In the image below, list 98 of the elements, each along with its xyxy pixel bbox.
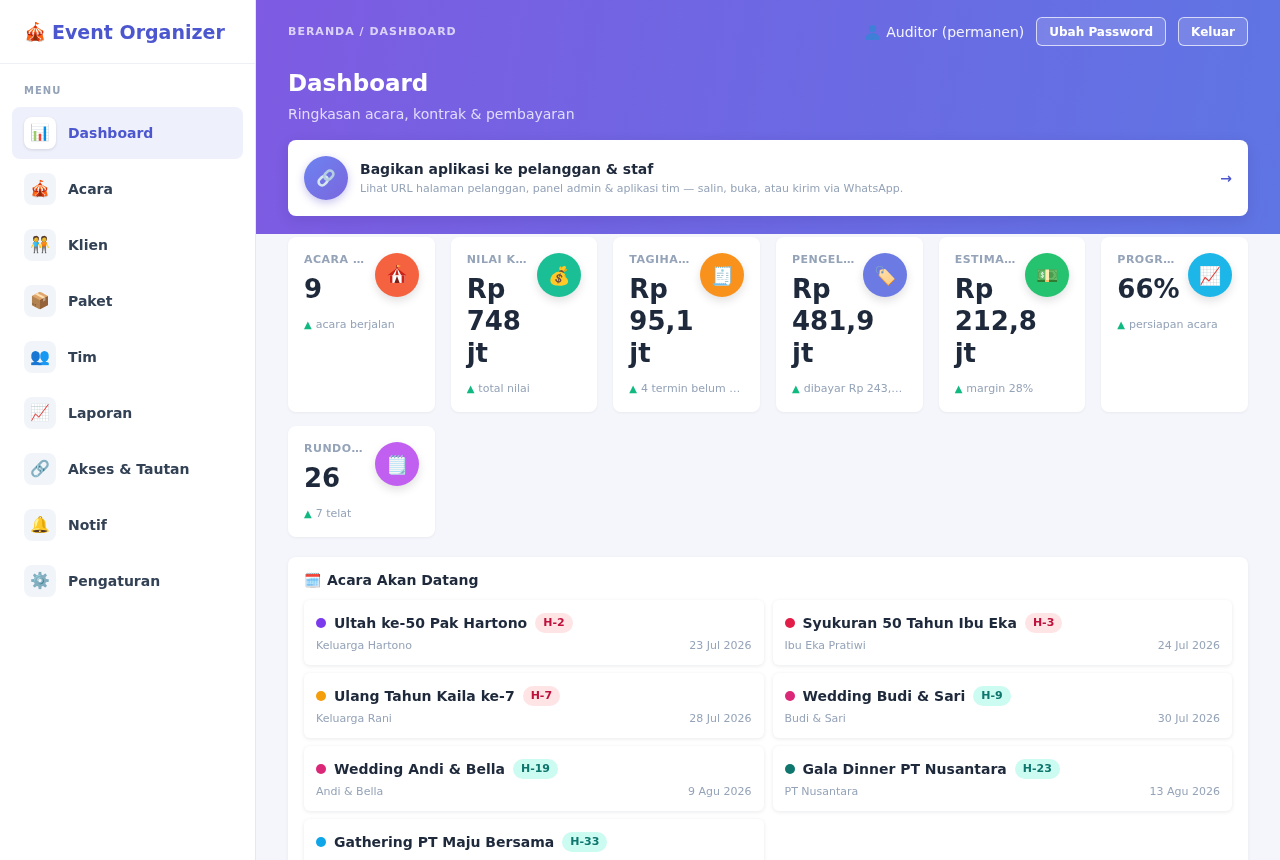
link-icon [304,156,348,200]
stat-label: PROGR… [1117,253,1175,266]
event-title: Ulang Tahun Kaila ke-7 [334,687,515,705]
stat-value: 9 [304,273,323,305]
event-date: 23 Jul 2026 [689,639,752,653]
panel-title: Acara Akan Datang [327,572,479,589]
stat-note: persiapan acara [1129,318,1218,332]
event-card[interactable]: Gathering PT Maju Bersama H-33 [304,819,764,860]
stat-note: 7 telat [315,507,352,521]
up-triangle-icon: ▲ [1117,318,1126,332]
up-triangle-icon: ▲ [792,382,800,396]
countdown-badge: H-19 [512,759,559,779]
event-title: Wedding Andi & Bella [334,760,505,778]
countdown-badge: H-3 [1024,613,1063,633]
event-card[interactable]: Syukuran 50 Tahun Ibu Eka H-3 Ibu Eka Pratiwi 24 Jul 2026 [772,600,1232,665]
share-banner[interactable]: Bagikan aplikasi ke pelanggan & staf Lihat URL halaman pelanggan, panel admin & aplikasi tim — salin, buka, atau kirim via WhatsApp. → [288,140,1248,216]
event-title: Gathering PT Maju Bersama [334,833,555,851]
sidebar-item[interactable]: 🎪 Acara [12,163,243,215]
banner-title: Bagikan aplikasi ke pelanggan & staf [360,160,654,179]
event-client: Keluarga Rani [316,712,392,726]
stat-note: total nilai [478,382,530,396]
event-date: 30 Jul 2026 [1157,712,1220,726]
sidebar-item[interactable]: 🔗 Akses & Tautan [12,443,243,495]
event-date: 28 Jul 2026 [689,712,752,726]
user-name: Auditor (permanen) [886,22,1025,41]
stat-value: Rp 748 jt [466,273,521,369]
sidebar-item[interactable]: 👥 Tim [12,331,243,383]
event-date: 24 Jul 2026 [1157,639,1220,653]
stat-value: 66% [1117,273,1180,305]
stat-label: ACARA … [304,253,365,266]
stat-label: ESTIMA… [954,253,1016,266]
link-icon: 🔗 [24,453,56,485]
event-title: Wedding Budi & Sari [802,687,966,705]
event-card[interactable]: Wedding Budi & Sari H-9 Budi & Sari 30 Jul 2026 [772,673,1232,738]
stat-label: PENGEL… [792,253,855,266]
event-client: Keluarga Hartono [316,639,413,653]
two-people-icon: 🧑‍🤝‍🧑 [24,229,56,261]
countdown-badge: H-7 [522,686,561,706]
people-icon: 👥 [24,341,56,373]
page-subtitle: Ringkasan acara, kontrak & pembayaran [288,105,575,124]
countdown-badge: H-2 [535,613,573,633]
bell-icon: 🔔 [24,509,56,541]
settings-icon: ⚙ [24,565,56,597]
event-title: Ultah ke-50 Pak Hartono [334,614,528,632]
sidebar-item[interactable]: 📦 Paket [12,275,243,327]
countdown-badge: H-33 [562,832,608,852]
page-title: Dashboard [288,69,429,98]
money-bag-icon: 💰 [537,253,582,297]
stat-note: margin 28% [966,382,1034,396]
stat-value: 26 [304,462,341,494]
event-date: 13 Agu 2026 [1149,785,1220,799]
up-triangle-icon: ▲ [304,318,312,332]
line-chart-icon: 📈 [24,397,56,429]
sidebar-item[interactable]: 🔔 Notif [12,499,243,551]
bar-chart-icon: 📊 [24,117,56,149]
event-title: Syukuran 50 Tahun Ibu Eka [802,614,1017,632]
event-date: 9 Agu 2026 [688,785,752,799]
event-client: PT Nusantara [784,785,859,799]
stat-label: RUNDO… [304,442,364,455]
event-client: Ibu Eka Pratiwi [784,639,866,653]
app-logo-text: Event Organizer [52,19,225,44]
notepad-icon: 🗒 [374,442,419,486]
event-title: Gala Dinner PT Nusantara [802,760,1007,778]
up-triangle-icon: ▲ [466,382,475,396]
event-card[interactable]: Wedding Andi & Bella H-19 Andi & Bella 9 Agu 2026 [304,746,764,811]
package-icon: 📦 [24,285,56,317]
banknote-icon: 💵 [1025,253,1070,297]
line-chart-icon: 📈 [1188,253,1232,297]
tag-icon: 🏷 [862,253,907,297]
stat-value: Rp 95,1 jt [629,273,694,369]
stat-label: TAGIHA… [629,253,690,266]
sidebar-item[interactable]: ⚙ Pengaturan [12,555,243,607]
sidebar-item[interactable]: 🧑‍🤝‍🧑 Klien [12,219,243,271]
event-card[interactable]: Gala Dinner PT Nusantara H-23 PT Nusantara 13 Agu 2026 [772,746,1232,811]
countdown-badge: H-23 [1014,759,1060,779]
calendar-icon: 🗓 [304,572,321,589]
stat-note: dibayar Rp 243,… [803,382,903,396]
stat-label: NILAI K… [466,253,527,266]
arrow-icon: → [1220,169,1232,187]
up-triangle-icon: ▲ [304,507,312,521]
breadcrumb: BERANDA / DASHBOARD [288,24,457,39]
event-card[interactable]: Ulang Tahun Kaila ke-7 H-7 Keluarga Rani 28 Jul 2026 [304,673,764,738]
banner-description: Lihat URL halaman pelanggan, panel admin & aplikasi tim — salin, buka, atau kirim via WhatsApp. [360,182,904,196]
sidebar-item[interactable]: 📊 Dashboard [12,107,243,159]
circus-tent-icon: 🎪 [24,20,46,43]
event-card[interactable]: Ultah ke-50 Pak Hartono H-2 Keluarga Hartono 23 Jul 2026 [304,600,764,665]
stat-note: acara berjalan [315,318,395,332]
stat-note: 4 termin belum … [641,382,741,396]
up-triangle-icon: ▲ [629,382,638,396]
user-icon [865,23,881,40]
event-client: Budi & Sari [784,712,846,726]
event-client: Andi & Bella [316,785,384,799]
countdown-badge: H-9 [973,686,1011,706]
sidebar-item[interactable]: 📈 Laporan [12,387,243,439]
menu-section-label: MENU [23,84,63,97]
receipt-icon: 🧾 [700,253,744,297]
circus-tent-icon: 🎪 [24,173,56,205]
up-triangle-icon: ▲ [954,382,963,396]
